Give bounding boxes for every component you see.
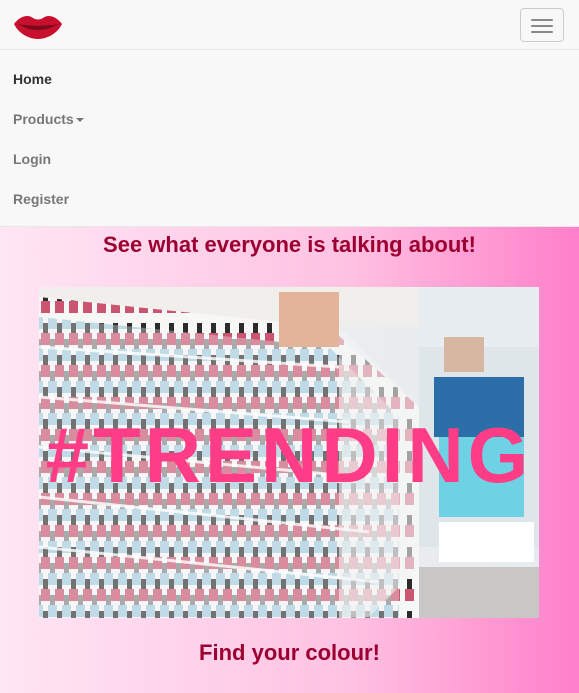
trending-overlay-text: #TRENDING (46, 411, 533, 499)
trending-image[interactable]: #TRENDING (39, 287, 539, 618)
nav-item-products[interactable]: Products (13, 111, 84, 127)
navbar: Home Products Login Register (0, 0, 579, 227)
hero-section: See what everyone is talking about! #TRE… (0, 227, 579, 693)
nav-item-register[interactable]: Register (13, 191, 69, 207)
hero-heading: See what everyone is talking about! (103, 232, 476, 257)
nav-item-home[interactable]: Home (13, 71, 52, 87)
nav-item-login[interactable]: Login (13, 151, 51, 167)
navbar-toggle-button[interactable] (520, 8, 564, 42)
hero-subheading: Find your colour! (199, 640, 380, 665)
lips-icon[interactable] (12, 12, 64, 40)
caret-down-icon (75, 118, 84, 123)
navbar-header (0, 0, 579, 50)
nav-item-products-label: Products (13, 111, 74, 127)
nail-polish-display-illustration: #TRENDING (39, 287, 539, 618)
